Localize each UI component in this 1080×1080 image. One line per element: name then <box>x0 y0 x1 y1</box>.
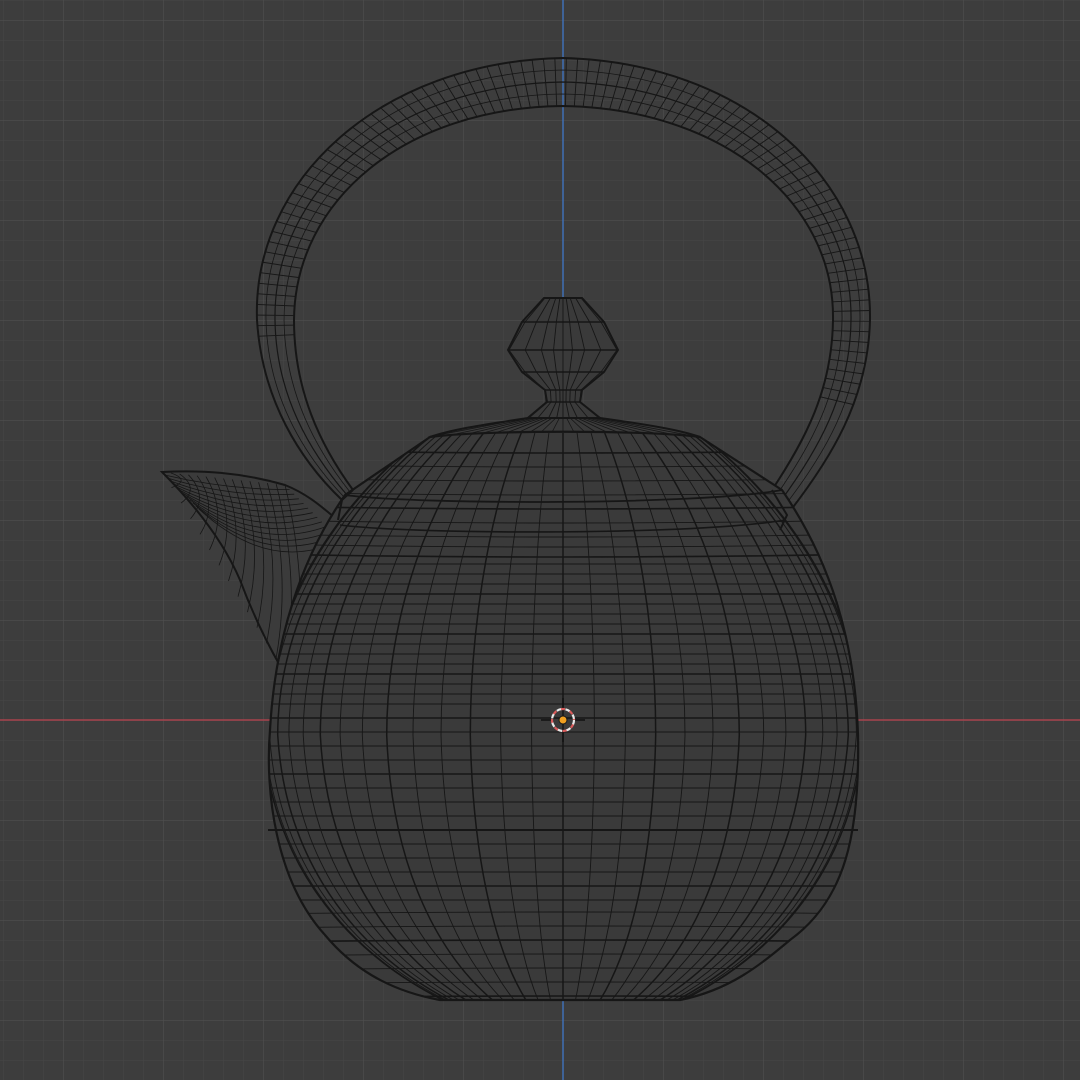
body-wireframe <box>267 430 860 1002</box>
viewport-canvas[interactable] <box>0 0 1080 1080</box>
3d-viewport[interactable] <box>0 0 1080 1080</box>
object-origin[interactable] <box>558 715 568 725</box>
